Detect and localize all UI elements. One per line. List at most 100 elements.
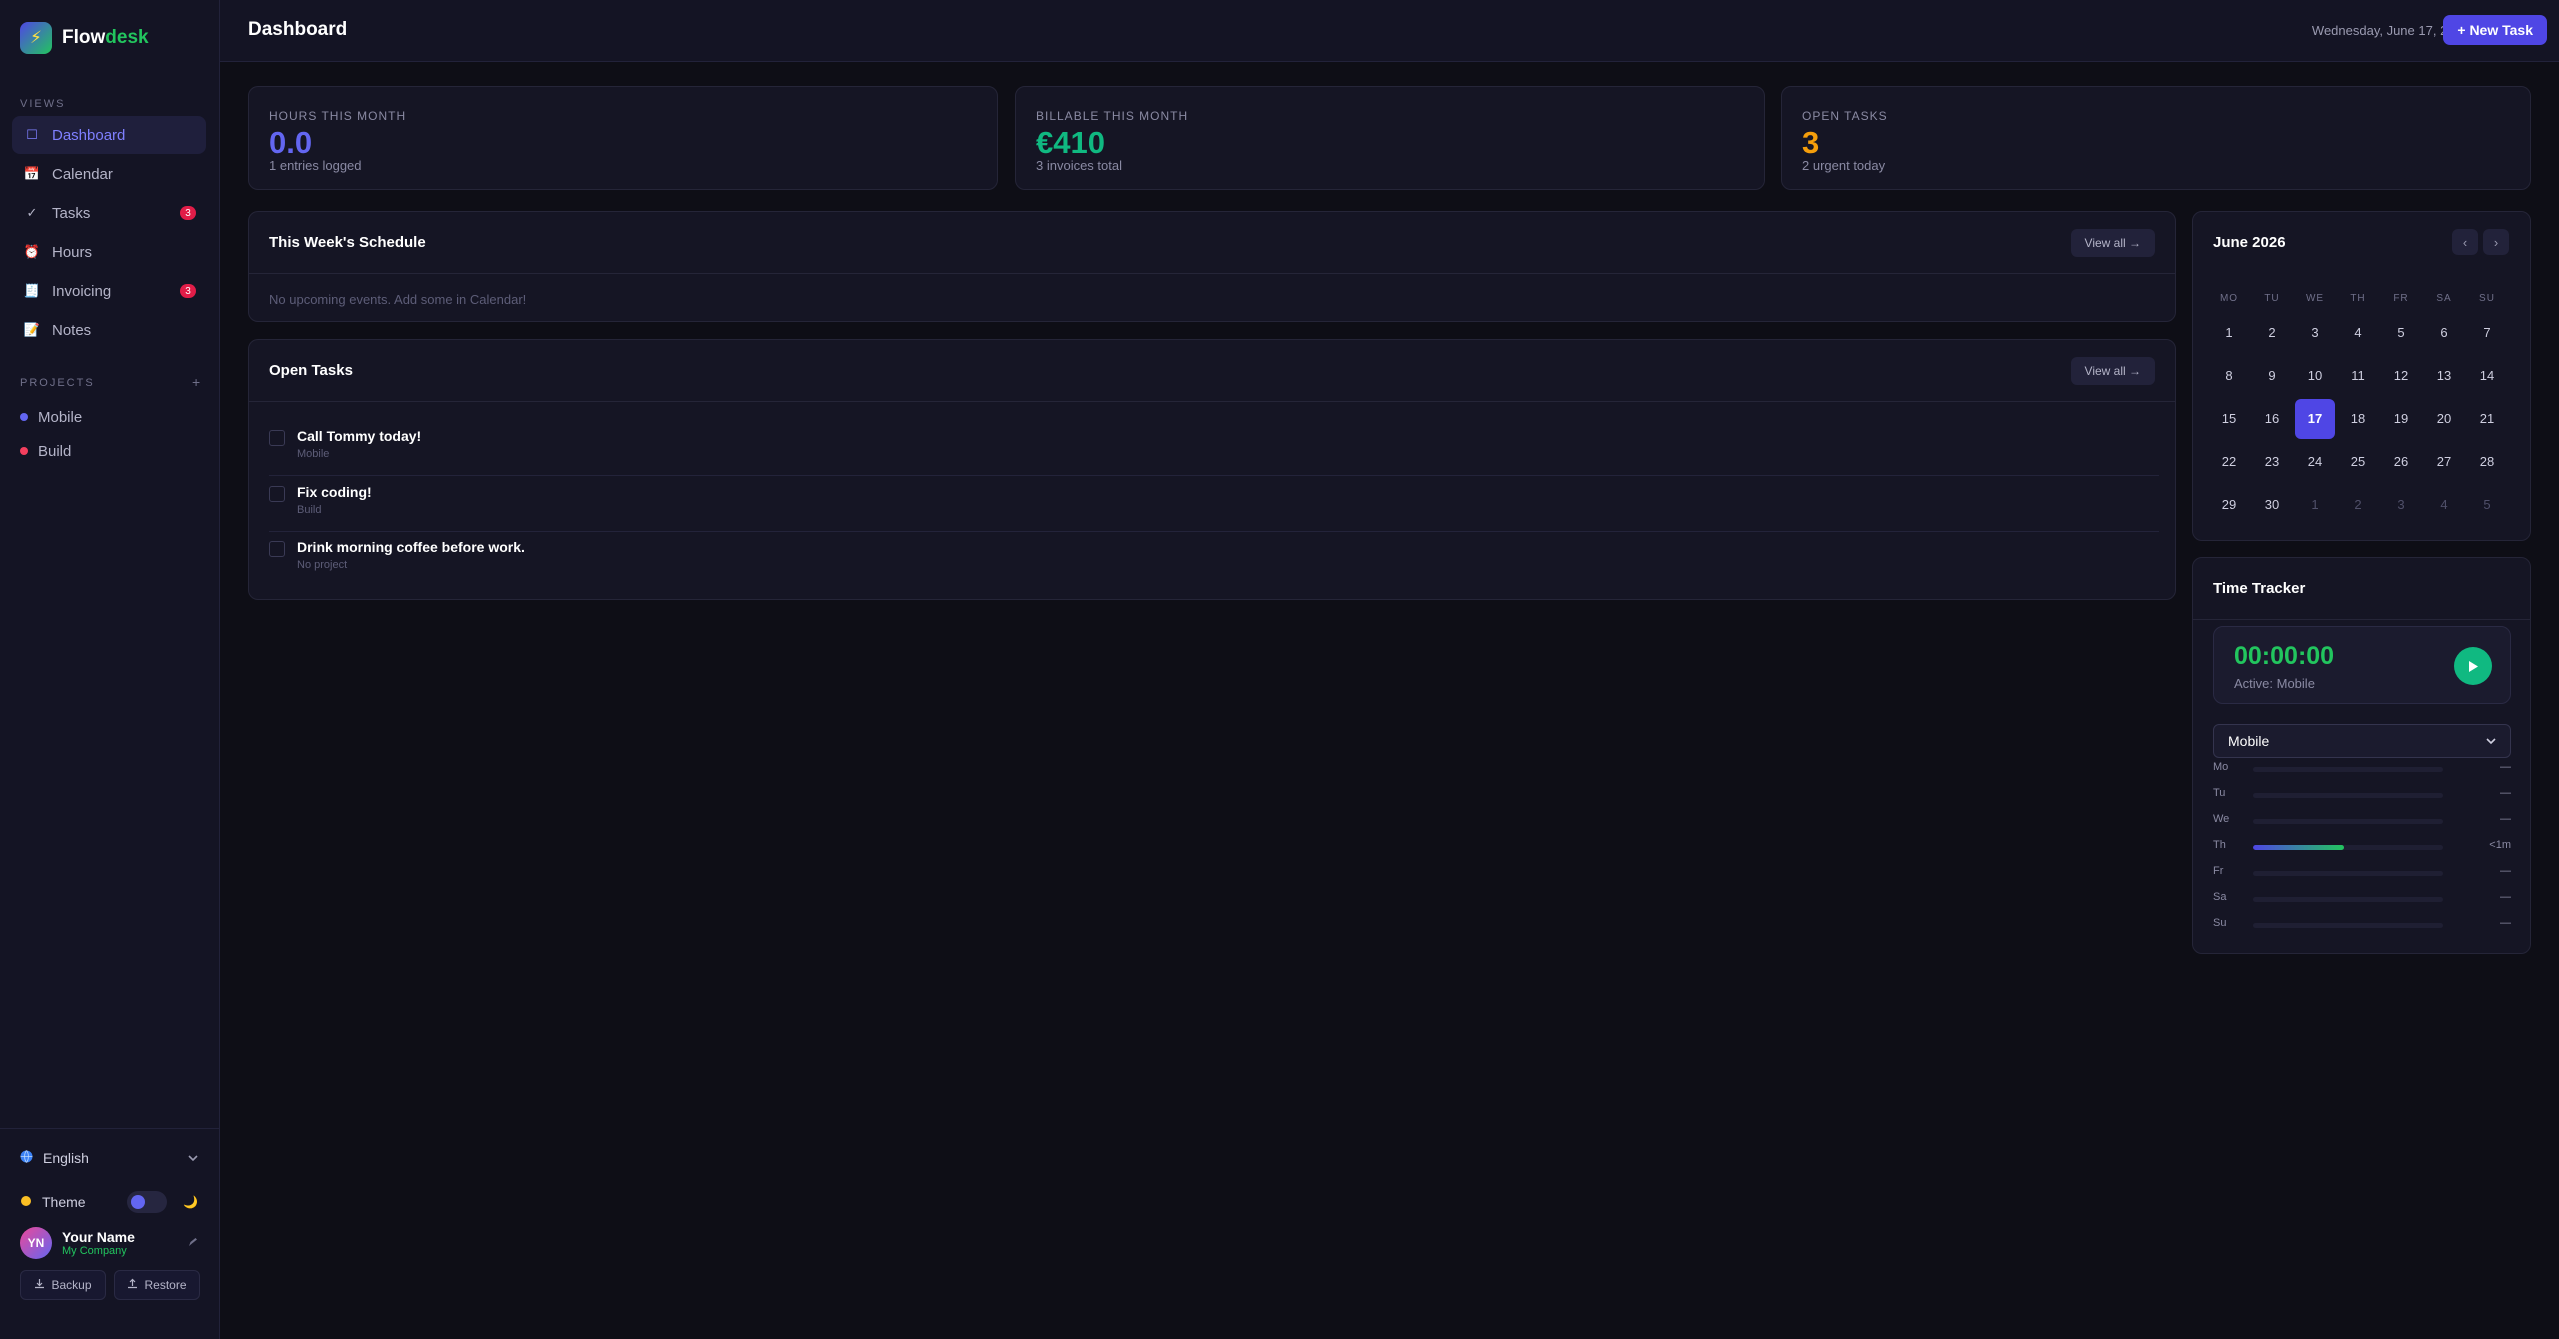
calendar-day[interactable]: 29 [2209,485,2249,525]
calendar-day[interactable]: 8 [2209,356,2249,396]
calendar-day[interactable]: 13 [2424,356,2464,396]
day-hours-bar [2253,819,2443,824]
stat-card-hours: HOURS THIS MONTH 0.0 1 entries logged [248,86,998,190]
sidebar-item-label: Hours [52,243,93,261]
play-icon[interactable] [2454,647,2492,685]
pencil-icon[interactable] [188,1236,198,1250]
project-select[interactable]: Mobile [2213,724,2511,758]
calendar-day[interactable]: 20 [2424,399,2464,439]
calendar-day[interactable]: 5 [2381,313,2421,353]
task-checkbox[interactable] [269,430,285,446]
day-hours-value: — [2500,917,2511,929]
calendar-day[interactable]: 2 [2252,313,2292,353]
calendar-day-today[interactable]: 17 [2295,399,2335,439]
calendar-day[interactable]: 18 [2338,399,2378,439]
task-checkbox[interactable] [269,541,285,557]
sidebar-item-dashboard[interactable]: ☐ Dashboard [12,116,206,154]
day-label: Mo [2213,761,2229,773]
panel-title: This Week's Schedule [269,234,426,251]
day-hours-row: Tu — [2213,787,2511,803]
calendar-day[interactable]: 21 [2467,399,2507,439]
stat-sub: 1 entries logged [269,158,362,173]
theme-label: Theme [42,1194,86,1210]
views-label: VIEWS [20,98,66,110]
calendar-day[interactable]: 15 [2209,399,2249,439]
user-name: Your Name [62,1229,135,1245]
timer-active-project: Active: Mobile [2234,676,2315,691]
calendar-day[interactable]: 4 [2338,313,2378,353]
task-title: Drink morning coffee before work. [297,539,525,555]
schedule-view-all-button[interactable]: View all → [2070,229,2155,257]
projects-label: PROJECTS [20,377,95,389]
stat-value: €410 [1036,125,1105,160]
sidebar: ⚡ Flowdesk VIEWS ☐ Dashboard 📅 Calendar … [0,0,220,1339]
language-selector[interactable]: English [20,1150,198,1166]
calendar-day[interactable]: 10 [2295,356,2335,396]
sidebar-item-tasks[interactable]: ✓ Tasks 3 [12,194,206,232]
project-item-mobile[interactable]: Mobile [20,400,82,434]
project-color-dot [20,447,28,455]
task-item[interactable]: Drink morning coffee before work. No pro… [269,531,2159,587]
calendar-day[interactable]: 24 [2295,442,2335,482]
calendar-day[interactable]: 28 [2467,442,2507,482]
stat-card-billable: BILLABLE THIS MONTH €410 3 invoices tota… [1015,86,1765,190]
calendar-day[interactable]: 26 [2381,442,2421,482]
calendar-day[interactable]: 19 [2381,399,2421,439]
project-item-build[interactable]: Build [20,434,82,468]
theme-toggle[interactable] [127,1191,168,1213]
panel-divider [2193,619,2530,620]
toggle-knob [131,1195,146,1209]
calendar-day[interactable]: 23 [2252,442,2292,482]
calendar-day[interactable]: 3 [2381,485,2421,525]
check-icon: ✓ [26,205,38,220]
new-task-button[interactable]: + New Task [2443,15,2547,45]
task-title: Fix coding! [297,484,372,500]
user-profile[interactable]: YN Your Name My Company [20,1227,198,1259]
calendar-day[interactable]: 30 [2252,485,2292,525]
stat-sub: 3 invoices total [1036,158,1122,173]
calendar-day[interactable]: 4 [2424,485,2464,525]
sidebar-item-calendar[interactable]: 📅 Calendar [12,155,206,193]
timer-value: 00:00:00 [2234,642,2335,670]
sidebar-item-notes[interactable]: 📝 Notes [12,311,206,349]
calendar-prev-button[interactable]: ‹ [2452,229,2478,255]
calendar-widget: June 2026 ‹ › MO TU WE TH FR SA SU 1 2 3 4 5 6 7 8 9 10 1… [2192,211,2531,541]
task-item[interactable]: Fix coding! Build [269,476,2159,532]
stat-value: 3 [1802,125,1820,160]
calendar-next-button[interactable]: › [2483,229,2509,255]
task-checkbox[interactable] [269,486,285,502]
backup-button[interactable]: Backup [20,1270,106,1300]
calendar-day[interactable]: 16 [2252,399,2292,439]
app-logo[interactable]: ⚡ Flowdesk [20,22,149,54]
sidebar-item-label: Tasks [52,204,91,222]
calendar-day[interactable]: 3 [2295,313,2335,353]
calendar-icon: 📅 [23,166,41,181]
calendar-day[interactable]: 25 [2338,442,2378,482]
day-hours-bar-fill [2253,845,2345,850]
sidebar-item-label: Notes [52,321,92,339]
chevron-down-icon [188,1151,198,1165]
calendar-weekday-label: FR [2393,293,2409,304]
tasks-view-all-button[interactable]: View all → [2070,357,2155,385]
calendar-day[interactable]: 5 [2467,485,2507,525]
calendar-day[interactable]: 2 [2338,485,2378,525]
chevron-down-icon [2486,734,2496,748]
calendar-day[interactable]: 6 [2424,313,2464,353]
sidebar-item-invoicing[interactable]: 🧾 Invoicing 3 [12,272,206,310]
calendar-day[interactable]: 22 [2209,442,2249,482]
task-item[interactable]: Call Tommy today! Mobile [269,420,2159,476]
calendar-day[interactable]: 14 [2467,356,2507,396]
calendar-weekday-label: TH [2350,293,2366,304]
sidebar-item-hours[interactable]: ⏰ Hours [12,233,206,271]
calendar-day[interactable]: 7 [2467,313,2507,353]
calendar-day[interactable]: 1 [2295,485,2335,525]
restore-button[interactable]: Restore [114,1270,200,1300]
add-project-button[interactable]: + [192,374,200,390]
calendar-day[interactable]: 27 [2424,442,2464,482]
calendar-day[interactable]: 9 [2252,356,2292,396]
calendar-day[interactable]: 1 [2209,313,2249,353]
calendar-day[interactable]: 12 [2381,356,2421,396]
project-label: Build [38,442,72,460]
day-hours-bar [2253,845,2443,850]
calendar-day[interactable]: 11 [2338,356,2378,396]
